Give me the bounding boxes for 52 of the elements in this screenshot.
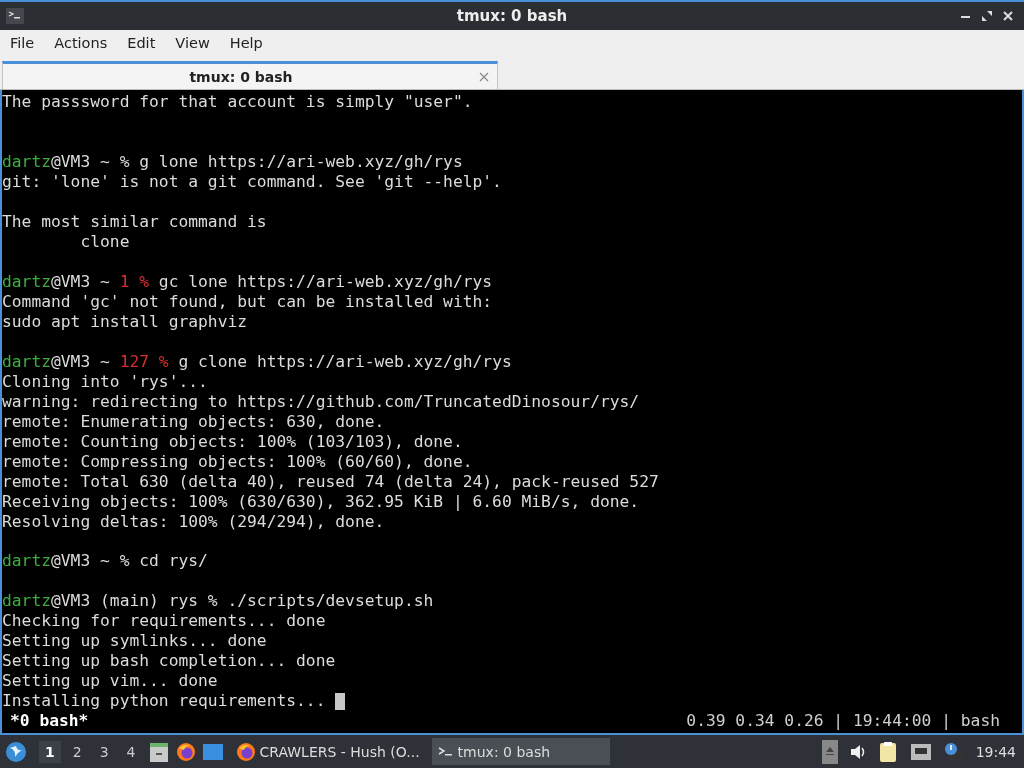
taskbar-task[interactable]: tmux: 0 bash	[431, 738, 610, 766]
terminal-line: warning: redirecting to https://github.com/TruncatedDinosour/rys/	[2, 391, 640, 412]
terminal-line: Cloning into 'rys'...	[2, 371, 208, 392]
terminal-line: dartz@VM3 ~ 1 % gc lone https://ari-web.xyz/gh/rys	[2, 271, 493, 292]
text-cursor	[335, 692, 346, 710]
eject-icon[interactable]	[821, 739, 838, 764]
terminal-line: Setting up symlinks... done	[2, 631, 267, 652]
terminal-prompt-icon	[437, 745, 454, 758]
menu-item[interactable]: Edit	[119, 34, 164, 51]
terminal-line: Resolving deltas: 100% (294/294), done.	[2, 511, 385, 532]
terminal-line: Setting up vim... done	[2, 671, 218, 692]
tmux-window-label: *0 bash*	[9, 711, 89, 732]
terminal-line: remote: Counting objects: 100% (103/103), done.	[2, 431, 463, 452]
terminal-line: remote: Enumerating objects: 630, done.	[2, 411, 385, 432]
firefox-icon	[235, 741, 256, 762]
terminal-line: remote: Compressing objects: 100% (60/60), done.	[2, 451, 473, 472]
window-title: tmux: 0 bash	[456, 6, 568, 25]
terminal-line: The passsword for that account is simply "user".	[2, 92, 473, 113]
terminal-line: remote: Total 630 (delta 40), reused 74 (delta 24), pack-reused 527	[2, 471, 659, 492]
menu-item[interactable]: Actions	[46, 34, 116, 51]
file-cabinet-icon[interactable]	[147, 740, 170, 763]
start-menu-icon[interactable]	[5, 740, 27, 763]
workspace-button[interactable]: 2	[66, 740, 88, 763]
terminal-line: Command 'gc' not found, but can be installed with:	[2, 291, 493, 312]
clipboard-icon[interactable]	[877, 740, 898, 763]
firefox-icon[interactable]	[175, 741, 196, 762]
workspace-button[interactable]: 4	[120, 740, 142, 763]
terminal-line: The most similar command is	[2, 211, 267, 232]
terminal-line: git: 'lone' is not a git command. See 'git --help'.	[2, 172, 502, 192]
menu-item[interactable]: Help	[221, 34, 271, 51]
terminal-line: Installing python requirements...	[2, 691, 327, 712]
terminal-line: sudo apt install graphviz	[2, 311, 248, 332]
maximize-icon[interactable]	[981, 9, 993, 22]
menu-item[interactable]: File	[2, 34, 43, 51]
volume-icon[interactable]	[849, 743, 866, 760]
terminal-line: clone	[79, 231, 130, 252]
workspace-button[interactable]: 3	[93, 740, 115, 763]
clock: 19:44	[975, 743, 1016, 760]
terminal-tab[interactable]: tmux: 0 bash	[2, 61, 498, 90]
terminal-line: Checking for requirements... done	[2, 611, 326, 632]
terminal-line: dartz@VM3 (main) rys % ./scripts/devsetup.sh	[2, 591, 434, 612]
terminal-app-icon	[6, 7, 24, 24]
tmux-status-info: 0.39 0.34 0.26 | 19:44:00 | bash	[686, 711, 1001, 732]
terminal-line: dartz@VM3 ~ % cd rys/	[2, 551, 208, 572]
terminal-line: Receiving objects: 100% (630/630), 362.95 KiB | 6.60 MiB/s, done.	[2, 491, 640, 512]
taskbar-task[interactable]: CRAWLERS - Hush (O...	[229, 738, 426, 766]
workspace-button[interactable]: 1	[39, 740, 61, 763]
terminal-line: Setting up bash completion... done	[2, 651, 336, 672]
terminal-line: dartz@VM3 ~ 127 % g clone https://ari-web.xyz/gh/rys	[2, 351, 512, 372]
network-icon[interactable]	[909, 742, 932, 761]
terminal-line: dartz@VM3 ~ % g lone https://ari-web.xyz/gh/rys	[2, 152, 463, 172]
menu-item[interactable]: View	[167, 34, 218, 51]
